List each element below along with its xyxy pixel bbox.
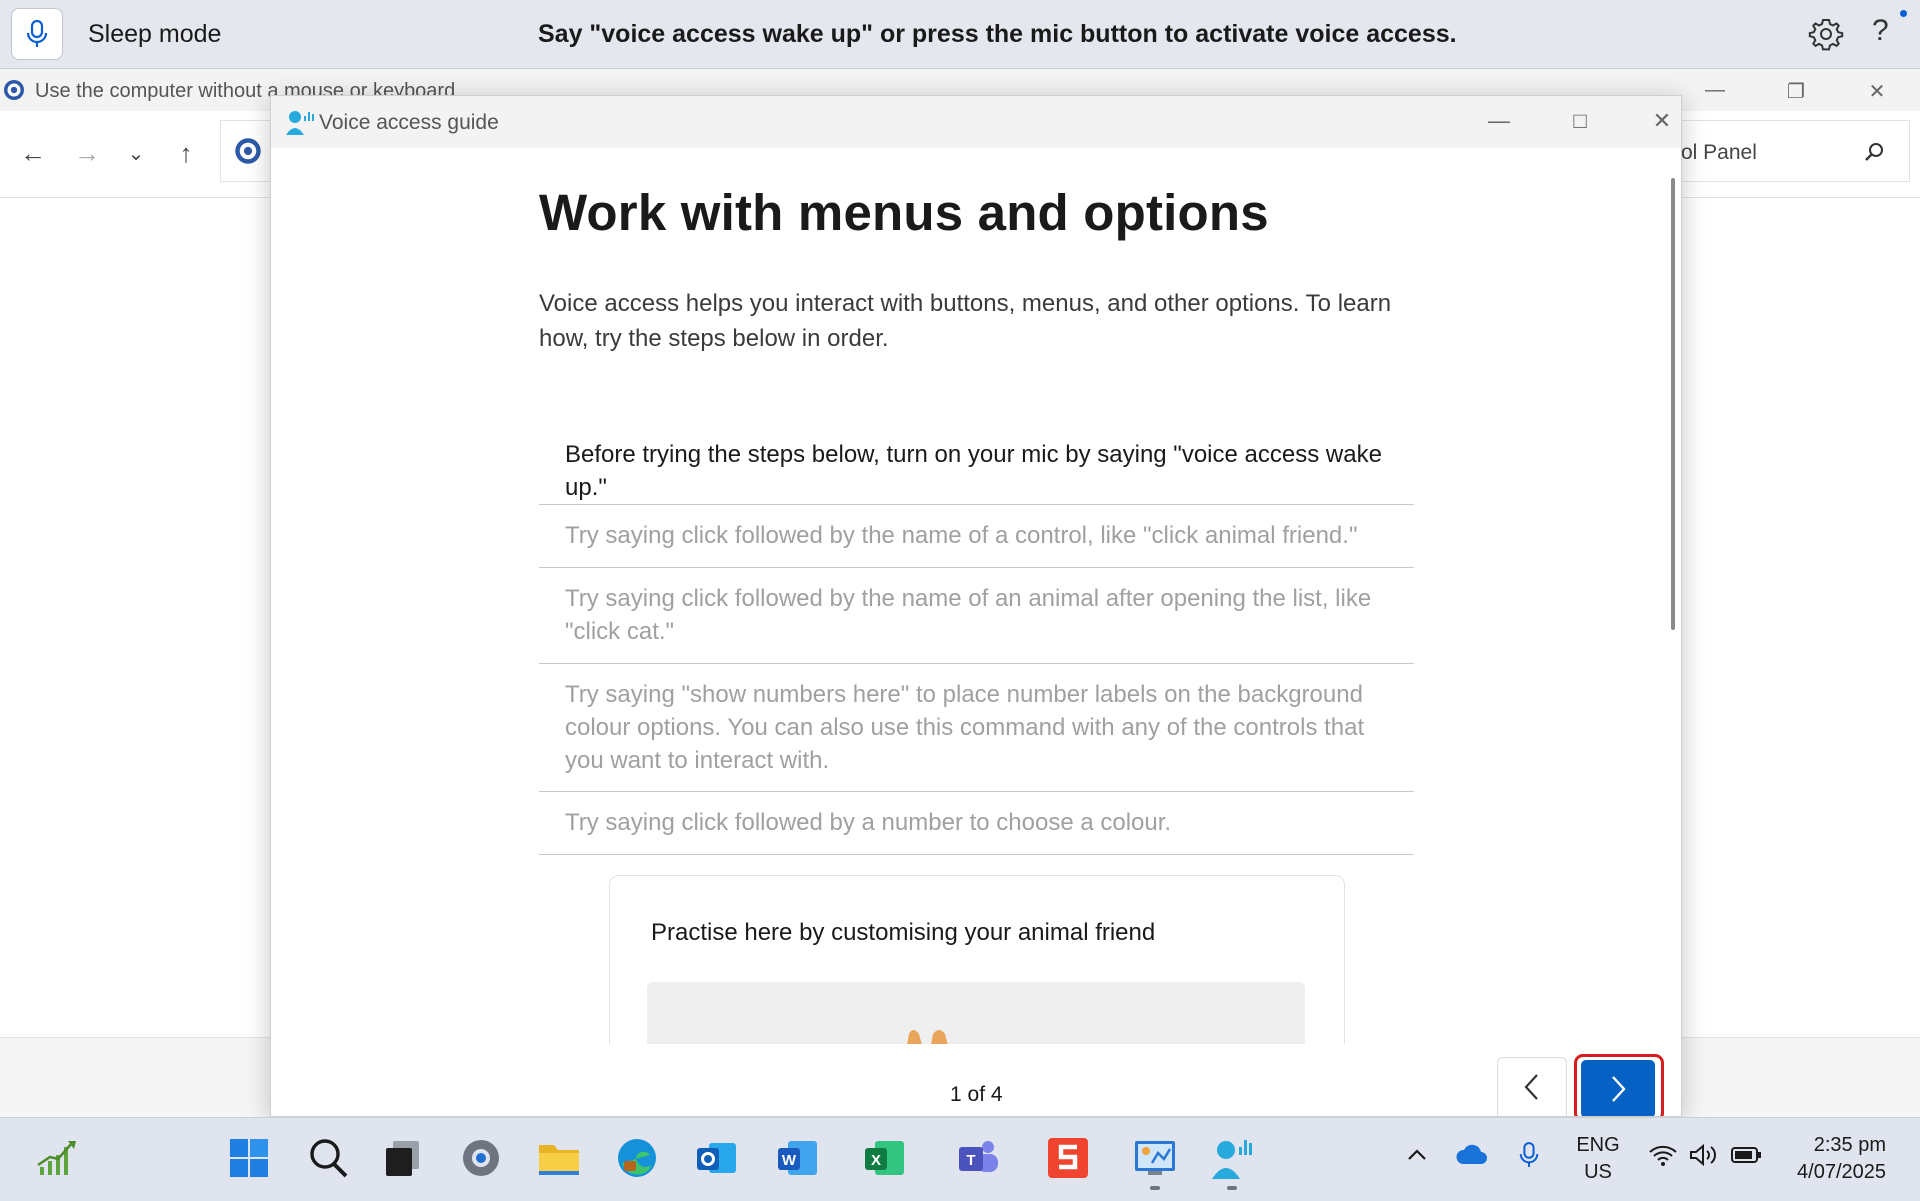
guide-window-title: Voice access guide (319, 111, 499, 134)
word-icon[interactable]: W (774, 1135, 820, 1181)
back-arrow-icon[interactable]: ← (18, 138, 48, 169)
step-text: Try saying "show numbers here" to place … (565, 681, 1365, 774)
chevron-right-icon (1612, 1076, 1626, 1102)
keyboard-region: US (1584, 1161, 1612, 1183)
page-indicator: 1 of 4 (950, 1083, 1003, 1106)
language-code: ENG (1576, 1134, 1620, 1156)
next-page-button[interactable] (1581, 1060, 1655, 1116)
teams-icon[interactable]: T (955, 1135, 1001, 1181)
step-item: Try saying "show numbers here" to place … (539, 664, 1414, 792)
input-language-indicator[interactable]: ENG US (1573, 1132, 1623, 1186)
volume-icon[interactable] (1688, 1143, 1718, 1167)
settings-gear-icon[interactable] (458, 1135, 504, 1181)
stocks-widget-icon[interactable] (34, 1135, 80, 1181)
step-item: Before trying the steps below, turn on y… (539, 423, 1414, 505)
running-indicator (1227, 1186, 1237, 1190)
step-item: Try saying click followed by the name of… (539, 568, 1414, 664)
step-text: Before trying the steps below, turn on y… (565, 441, 1382, 501)
show-hidden-icons-chevron-icon[interactable] (1404, 1142, 1430, 1168)
clock-date: 4/07/2025 (1797, 1161, 1886, 1183)
control-panel-icon (3, 79, 25, 101)
practice-title: Practise here by customising your animal… (651, 919, 1156, 946)
recent-locations-chevron-icon[interactable]: ⌄ (121, 141, 151, 166)
scrollbar[interactable] (1671, 178, 1675, 630)
voice-status-message: Say "voice access wake up" or press the … (538, 20, 1457, 48)
minimize-icon[interactable]: — (1479, 108, 1519, 136)
voice-access-icon[interactable] (1209, 1135, 1255, 1181)
search-icon[interactable] (1863, 140, 1887, 164)
task-view-icon[interactable] (380, 1135, 426, 1181)
mic-button[interactable] (11, 8, 63, 60)
intro-text: Voice access helps you interact with but… (539, 290, 1392, 352)
battery-icon[interactable] (1730, 1145, 1762, 1165)
onedrive-cloud-icon[interactable] (1455, 1142, 1489, 1166)
excel-icon[interactable]: X (861, 1135, 907, 1181)
svg-text:X: X (871, 1152, 881, 1169)
microphone-icon (26, 19, 48, 47)
close-icon[interactable]: ✕ (1642, 108, 1681, 136)
clock[interactable]: 2:35 pm 4/07/2025 (1770, 1132, 1886, 1186)
step-text: Try saying click followed by a number to… (565, 809, 1172, 836)
step-text: Try saying click followed by the name of… (565, 522, 1358, 549)
forward-arrow-icon[interactable]: → (72, 138, 102, 169)
microphone-icon[interactable] (1518, 1140, 1540, 1170)
maximize-icon[interactable]: □ (1560, 108, 1600, 136)
svg-text:T: T (966, 1152, 975, 1169)
minimize-icon[interactable]: — (1695, 79, 1735, 101)
outlook-icon[interactable] (693, 1135, 739, 1181)
step-item: Try saying click followed by a number to… (539, 792, 1414, 855)
control-panel-icon (234, 137, 262, 165)
help-button[interactable]: ? (1872, 14, 1889, 48)
voice-mode-status: Sleep mode (88, 20, 222, 48)
voice-access-guide-window: Voice access guide — □ ✕ Work with menus… (270, 95, 1682, 1117)
control-panel-app-icon[interactable] (1132, 1135, 1178, 1181)
notification-dot (1900, 10, 1907, 17)
search-box-text[interactable]: ol Panel (1681, 141, 1757, 165)
settings-gear-icon[interactable] (1808, 16, 1844, 52)
start-windows-icon[interactable] (226, 1135, 272, 1181)
step-text: Try saying click followed by the name of… (565, 585, 1372, 645)
edge-browser-icon[interactable] (614, 1135, 660, 1181)
file-explorer-folder-icon[interactable] (536, 1135, 582, 1181)
voice-access-icon (285, 108, 317, 136)
close-icon[interactable]: ✕ (1857, 79, 1897, 103)
search-icon[interactable] (305, 1135, 351, 1181)
chevron-left-icon (1524, 1074, 1538, 1100)
svg-text:W: W (782, 1152, 797, 1169)
running-indicator (1150, 1186, 1160, 1190)
snagit-icon[interactable] (1045, 1135, 1091, 1181)
clock-time: 2:35 pm (1813, 1134, 1886, 1156)
restore-icon[interactable]: ❐ (1776, 79, 1816, 103)
previous-page-button[interactable] (1497, 1057, 1567, 1116)
page-title: Work with menus and options (539, 184, 1269, 241)
step-item: Try saying click followed by the name of… (539, 505, 1414, 568)
up-arrow-icon[interactable]: ↑ (171, 138, 201, 169)
wifi-icon[interactable] (1648, 1143, 1678, 1167)
